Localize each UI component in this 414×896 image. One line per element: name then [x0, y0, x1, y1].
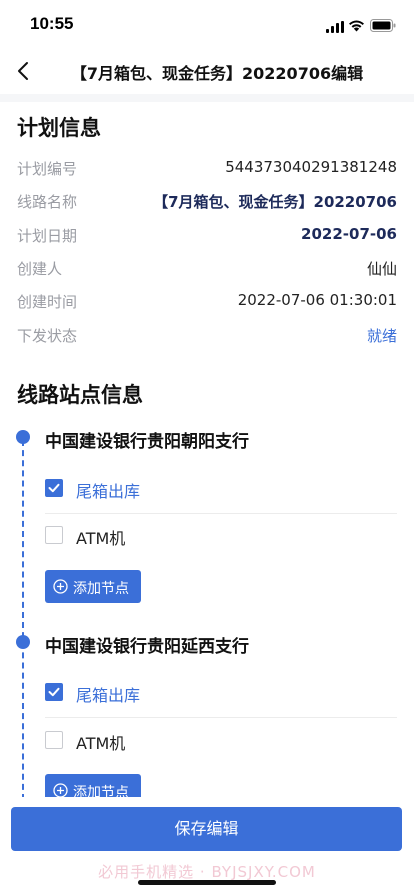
plan-number-value: 544373040291381248 — [225, 158, 397, 176]
info-row-plan-number: 计划编号 544373040291381248 — [17, 154, 397, 180]
dispatch-status-value: 就绪 — [366, 327, 397, 345]
timeline-dot — [16, 635, 30, 649]
info-label: 创建人 — [17, 260, 63, 278]
info-label: 计划编号 — [17, 160, 78, 178]
route-stops-title: 线路站点信息 — [17, 383, 143, 407]
task-row[interactable]: 尾箱出库 — [45, 671, 397, 718]
task-row[interactable]: ATM机 — [45, 719, 397, 765]
info-row-created-time: 创建时间 2022-07-06 01:30:01 — [17, 287, 397, 313]
created-time-value: 2022-07-06 01:30:01 — [237, 291, 397, 309]
check-icon — [48, 483, 60, 493]
stop-name: 中国建设银行贵阳延西支行 — [45, 637, 249, 657]
battery-icon — [370, 17, 396, 36]
info-label: 线路名称 — [17, 193, 78, 211]
task-row[interactable]: ATM机 — [45, 514, 397, 560]
info-row-route-name: 线路名称 【7月箱包、现金任务】20220706 — [17, 187, 397, 213]
info-row-dispatch-status: 下发状态 就绪 — [17, 321, 397, 347]
task-label: ATM机 — [76, 529, 126, 548]
task-row[interactable]: 尾箱出库 — [45, 467, 397, 514]
checkbox-unchecked[interactable] — [45, 731, 63, 749]
plan-date-value: 2022-07-06 — [301, 225, 397, 243]
route-name-value: 【7月箱包、现金任务】20220706 — [153, 193, 397, 211]
info-label: 创建时间 — [17, 293, 78, 311]
timeline-dot — [16, 430, 30, 444]
chevron-left-icon — [18, 62, 28, 80]
screen: 10:55 【7月箱包、现金任务】20220706编辑 计划信息 计划编号 54… — [0, 0, 414, 896]
plus-circle-icon — [53, 783, 68, 798]
add-node-button[interactable]: 添加节点 — [45, 570, 141, 603]
creator-value: 仙仙 — [366, 260, 397, 278]
info-row-creator: 创建人 仙仙 — [17, 254, 397, 280]
plan-info-title: 计划信息 — [17, 116, 101, 140]
wifi-icon — [348, 17, 365, 36]
info-label: 计划日期 — [17, 227, 78, 245]
nav-bar: 【7月箱包、现金任务】20220706编辑 — [0, 48, 414, 94]
home-indicator — [138, 880, 276, 885]
task-label: 尾箱出库 — [76, 482, 141, 501]
signal-icon — [326, 18, 344, 37]
check-icon — [48, 687, 60, 697]
stop-name: 中国建设银行贵阳朝阳支行 — [45, 432, 249, 452]
task-label: 尾箱出库 — [76, 686, 141, 705]
watermark: 必用手机精选 · BYJSJXY.COM — [98, 863, 316, 881]
back-button[interactable] — [10, 56, 40, 86]
status-time: 10:55 — [30, 14, 74, 33]
plus-circle-icon — [53, 579, 68, 594]
page-title: 【7月箱包、现金任务】20220706编辑 — [70, 64, 364, 83]
checkbox-checked[interactable] — [45, 479, 63, 497]
info-row-plan-date: 计划日期 2022-07-06 — [17, 221, 397, 247]
info-label: 下发状态 — [17, 327, 78, 345]
save-button[interactable]: 保存编辑 — [11, 807, 402, 851]
task-label: ATM机 — [76, 734, 126, 753]
timeline-line — [22, 440, 24, 800]
header-divider — [0, 94, 414, 102]
checkbox-unchecked[interactable] — [45, 526, 63, 544]
status-bar: 10:55 — [0, 0, 414, 48]
checkbox-checked[interactable] — [45, 683, 63, 701]
add-node-label: 添加节点 — [73, 581, 129, 597]
